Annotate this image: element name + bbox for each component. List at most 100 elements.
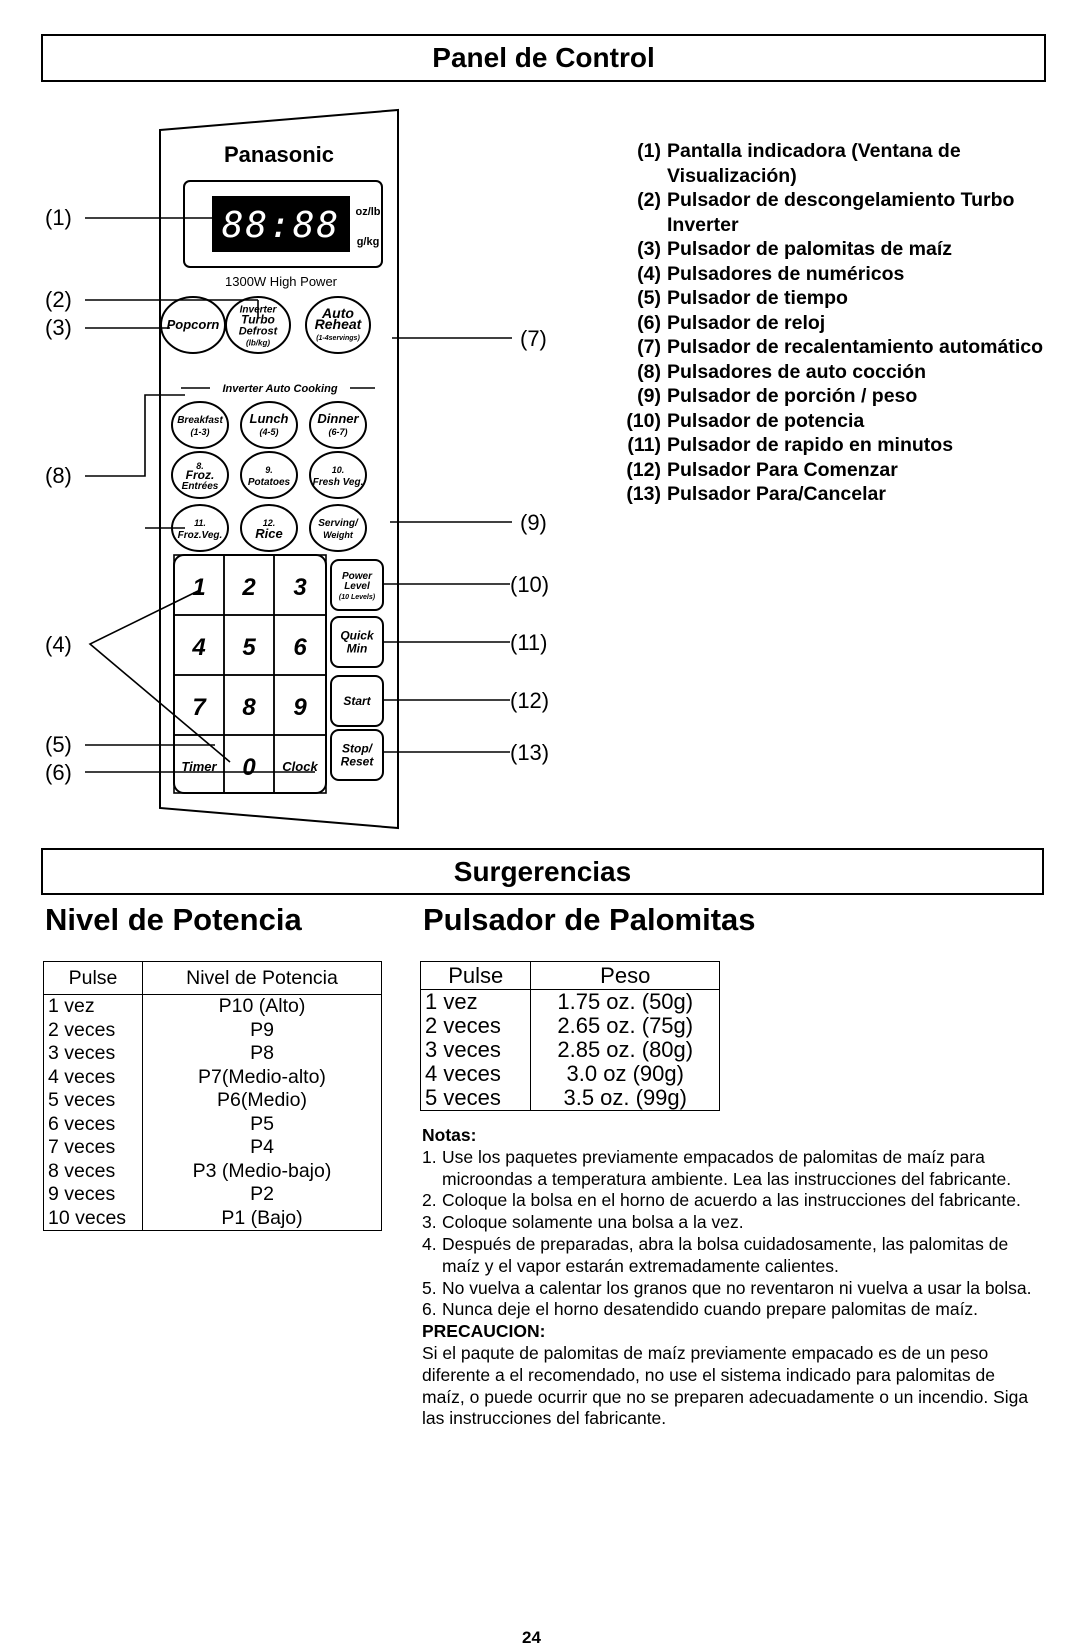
table-row: 2 veces P9 xyxy=(43,1018,382,1042)
legend-text: Pulsador de palomitas de maíz xyxy=(667,238,952,260)
lunch-button-label: Lunch xyxy=(250,411,289,426)
table-row: 8 veces P3 (Medio-bajo) xyxy=(43,1159,382,1183)
table-row: 9 veces P2 xyxy=(43,1183,382,1207)
note-number: 4. xyxy=(422,1233,437,1254)
key-3[interactable]: 3 xyxy=(273,554,327,616)
key-8-label: 8 xyxy=(242,694,256,721)
unit-g-kg-icon: g/kg xyxy=(357,236,380,248)
quick-min-button-label: Min xyxy=(347,642,368,656)
callout-9: (9) xyxy=(520,510,547,535)
pulse-cell: 6 veces xyxy=(43,1112,143,1136)
value-cell: P7(Medio-alto) xyxy=(142,1065,382,1089)
note-item: 2. Coloque la bolsa en el horno de acuerd… xyxy=(422,1190,1032,1212)
key-8[interactable]: 8 xyxy=(223,674,275,736)
pulse-cell: 5 veces xyxy=(43,1089,143,1113)
potatoes-button[interactable]: 9. Potatoes xyxy=(240,451,298,499)
dinner-button-label: Dinner xyxy=(317,411,359,426)
value-cell: P3 (Medio-bajo) xyxy=(142,1159,382,1183)
breakfast-button-label: (1-3) xyxy=(190,427,209,437)
rice-button[interactable]: 12.Rice xyxy=(240,504,298,552)
fresh-veg-button[interactable]: 10. Fresh Veg. xyxy=(309,451,367,499)
popcorn-button[interactable]: Popcorn xyxy=(160,296,226,354)
legend-item: (7) Pulsador de recalentamiento automátic… xyxy=(617,335,1057,360)
frozen-entrees-button[interactable]: 8.Froz.Entrées xyxy=(171,451,229,499)
callout-12: (12) xyxy=(510,688,549,713)
button-legend: (1) Pantalla indicadora (Ventana de Visua… xyxy=(617,139,1057,507)
pulse-cell: 7 veces xyxy=(43,1136,143,1160)
breakfast-button[interactable]: Breakfast(1-3) xyxy=(171,401,229,449)
timer-button[interactable]: Timer xyxy=(173,734,225,794)
frozen-entrees-button-label: Froz. xyxy=(186,468,215,482)
legend-item: (12) Pulsador Para Comenzar xyxy=(617,458,1057,483)
clock-button[interactable]: Clock xyxy=(273,734,327,794)
table-row: 10 veces P1 (Bajo) xyxy=(43,1206,382,1231)
start-button[interactable]: Start xyxy=(330,675,384,727)
value-cell: P8 xyxy=(142,1042,382,1066)
legend-item: (8) Pulsadores de auto cocción xyxy=(617,360,1057,385)
auto-cooking-label: Inverter Auto Cooking xyxy=(222,383,337,395)
lunch-button[interactable]: Lunch(4-5) xyxy=(240,401,298,449)
table-row: 2 veces 2.65 oz. (75g) xyxy=(419,1014,720,1038)
note-text: Coloque solamente una bolsa a la vez. xyxy=(442,1212,744,1233)
key-9-label: 9 xyxy=(293,694,307,721)
note-text: Use los paquetes previamente empacados d… xyxy=(442,1146,1012,1189)
fresh-veg-button-label: 10. xyxy=(332,465,345,475)
legend-item: (1) Pantalla indicadora (Ventana de Visua… xyxy=(617,139,1057,188)
popcorn-button-label: Popcorn xyxy=(167,317,220,332)
value-cell: 1.75 oz. (50g) xyxy=(530,989,720,1014)
note-text: No vuelva a calentar los granos que no r… xyxy=(442,1277,1032,1298)
legend-item: (11) Pulsador de rapido en minutos xyxy=(617,433,1057,458)
brand-logo: Panasonic xyxy=(224,142,334,167)
note-number: 6. xyxy=(422,1299,437,1320)
frozen-veg-button-label: Froz.Veg. xyxy=(178,530,223,541)
serving-weight-button[interactable]: Serving/Weight xyxy=(309,504,367,552)
value-cell: P1 (Bajo) xyxy=(142,1206,382,1231)
power-level-button-label: Level xyxy=(344,581,370,592)
section-title: Surgerencias xyxy=(453,856,632,887)
note-text: Coloque la bolsa en el horno de acuerdo … xyxy=(442,1190,1021,1211)
legend-item: (13) Pulsador Para/Cancelar xyxy=(617,482,1057,507)
legend-number: (6) xyxy=(637,311,661,334)
quick-min-button[interactable]: QuickMin xyxy=(330,616,384,668)
notes-title: Notas: xyxy=(422,1125,477,1145)
key-5[interactable]: 5 xyxy=(223,614,275,676)
legend-text: Pulsador de rapido en minutos xyxy=(667,434,954,456)
stop-reset-button[interactable]: Stop/Reset xyxy=(330,729,384,781)
value-cell: P10 (Alto) xyxy=(142,994,382,1019)
dinner-button[interactable]: Dinner(6-7) xyxy=(309,401,367,449)
key-0[interactable]: 0 xyxy=(223,734,275,794)
key-6[interactable]: 6 xyxy=(273,614,327,676)
pulse-cell: 1 vez xyxy=(43,994,143,1019)
legend-text: Pulsador de recalentamiento automático xyxy=(667,336,1044,358)
power-rating-label: 1300W High Power xyxy=(225,274,338,289)
key-6-label: 6 xyxy=(293,634,307,661)
key-2[interactable]: 2 xyxy=(223,554,275,616)
key-4[interactable]: 4 xyxy=(173,614,225,676)
key-7[interactable]: 7 xyxy=(173,674,225,736)
legend-text: Pulsadores de auto cocción xyxy=(667,360,926,383)
callout-6: (6) xyxy=(45,760,72,785)
callout-3: (3) xyxy=(45,315,72,340)
serving-weight-button-label: Weight xyxy=(323,530,354,540)
auto-reheat-button[interactable]: AutoReheat(1-4servings) xyxy=(305,296,371,354)
start-button-label: Start xyxy=(343,694,371,708)
value-cell: 3.0 oz (90g) xyxy=(530,1062,720,1086)
auto-reheat-button-label: (1-4servings) xyxy=(316,335,360,342)
legend-text: Pulsador de descongelamiento Turbo Inver… xyxy=(667,189,1015,236)
key-1[interactable]: 1 xyxy=(173,554,225,616)
value-cell: P5 xyxy=(142,1112,382,1136)
power-level-button[interactable]: PowerLevel(10 Levels) xyxy=(330,559,384,611)
rice-button-label: Rice xyxy=(255,526,282,541)
legend-number: (8) xyxy=(637,360,661,383)
value-cell: P6(Medio) xyxy=(142,1089,382,1113)
frozen-veg-button-label: 11. xyxy=(194,518,206,528)
legend-number: (10) xyxy=(626,409,661,432)
callout-lines xyxy=(85,217,512,773)
stop-reset-button-label: Reset xyxy=(341,755,375,769)
column-header: Peso xyxy=(530,961,720,990)
unit-oz-lb-icon: oz/lb xyxy=(355,206,380,218)
pulse-cell: 4 veces xyxy=(43,1065,143,1089)
pulse-cell: 8 veces xyxy=(43,1159,143,1183)
callout-13: (13) xyxy=(510,740,549,765)
key-9[interactable]: 9 xyxy=(273,674,327,736)
